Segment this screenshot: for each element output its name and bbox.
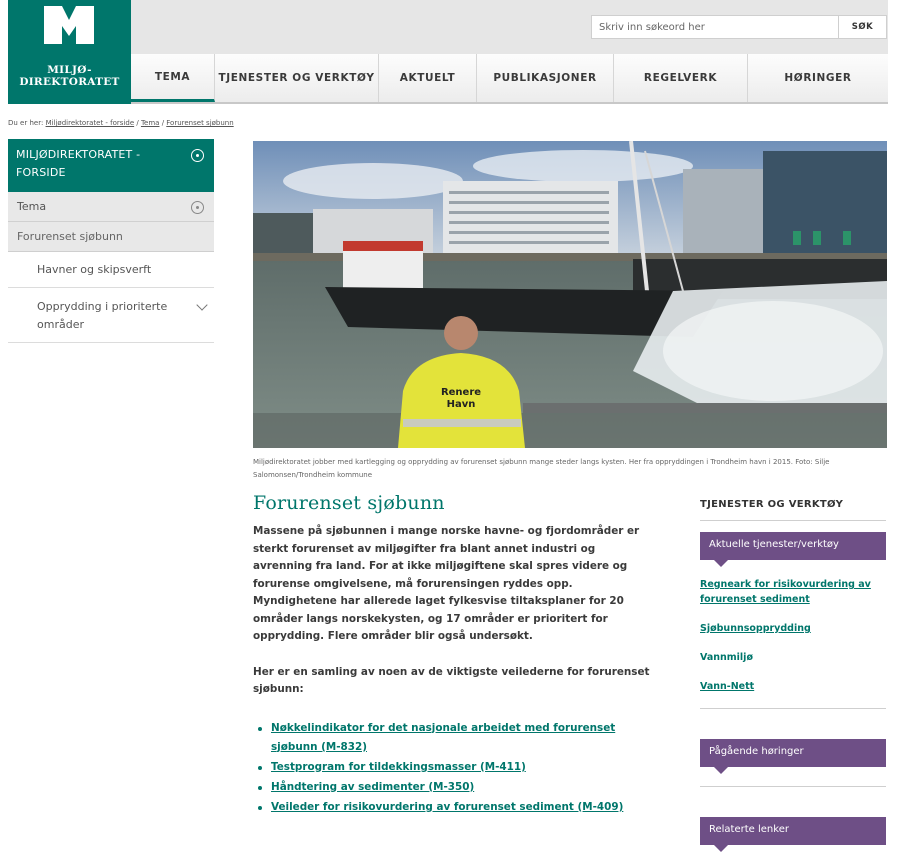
nav-tjenester-og-verktoy[interactable]: TJENESTER OG VERKTØY bbox=[215, 54, 379, 102]
breadcrumb-separator: / bbox=[134, 119, 141, 127]
breadcrumb-prefix: Du er her: bbox=[8, 119, 44, 127]
guide-link[interactable]: Nøkkelindikator for det nasjonale arbeid… bbox=[271, 722, 615, 753]
list-item: Regneark for risikovurdering av forurens… bbox=[700, 577, 886, 607]
vest-text-1: Renere bbox=[440, 387, 482, 398]
vest-label: Renere Havn bbox=[433, 387, 489, 411]
tools-list: Regneark for risikovurdering av forurens… bbox=[700, 577, 886, 694]
breadcrumb-link-tema[interactable]: Tema bbox=[141, 119, 160, 127]
list-item: Håndtering av sedimenter (M-350) bbox=[255, 778, 653, 797]
tag-relaterte-lenker[interactable]: Relaterte lenker bbox=[700, 817, 886, 852]
bullet-icon bbox=[258, 805, 262, 810]
logo-text: MILJØ- DIREKTORATET bbox=[8, 64, 131, 88]
logo-mark-icon bbox=[44, 6, 94, 44]
main-nav: TEMA TJENESTER OG VERKTØY AKTUELT PUBLIK… bbox=[131, 54, 888, 104]
tools-heading: TJENESTER OG VERKTØY bbox=[700, 499, 886, 521]
right-column: TJENESTER OG VERKTØY Aktuelle tjenester/… bbox=[700, 499, 886, 852]
chevron-down-icon[interactable] bbox=[196, 299, 208, 311]
nav-publikasjoner[interactable]: PUBLIKASJONER bbox=[477, 54, 614, 102]
circle-arrow-icon bbox=[191, 201, 204, 214]
list-item: Vann-Nett bbox=[700, 679, 886, 694]
divider bbox=[700, 786, 886, 787]
search-button[interactable]: SØK bbox=[839, 15, 887, 39]
guide-link[interactable]: Testprogram for tildekkingsmasser (M-411… bbox=[271, 761, 526, 773]
page-title: Forurenset sjøbunn bbox=[253, 492, 445, 514]
intro-paragraph: Massene på sjøbunnen i mange norske havn… bbox=[253, 525, 640, 642]
guides-lead: Her er en samling av noen av de viktigst… bbox=[253, 665, 650, 696]
search-input[interactable] bbox=[591, 15, 839, 39]
guide-link[interactable]: Håndtering av sedimenter (M-350) bbox=[271, 781, 474, 793]
breadcrumb: Du er her: Miljødirektoratet - forside /… bbox=[8, 119, 234, 127]
sidenav-item-havner[interactable]: Havner og skipsverft bbox=[8, 252, 214, 288]
sidenav-current[interactable]: Forurenset sjøbunn bbox=[8, 222, 214, 252]
nav-horinger[interactable]: HØRINGER bbox=[748, 54, 888, 102]
divider bbox=[700, 708, 886, 709]
circle-arrow-icon bbox=[191, 149, 204, 162]
image-caption: Miljødirektoratet jobber med kartlegging… bbox=[253, 458, 830, 479]
tag-pagaende-horinger[interactable]: Pågående høringer bbox=[700, 739, 886, 774]
site-logo[interactable]: MILJØ- DIREKTORATET bbox=[8, 0, 131, 104]
guide-link[interactable]: Veileder for risikovurdering av forurens… bbox=[271, 801, 623, 813]
list-item: Sjøbunnsopprydding bbox=[700, 621, 886, 636]
list-item: Veileder for risikovurdering av forurens… bbox=[255, 798, 653, 817]
bullet-icon bbox=[258, 765, 262, 770]
hero-image: Renere Havn bbox=[253, 141, 887, 448]
tool-link-sjobunnsopprydding[interactable]: Sjøbunnsopprydding bbox=[700, 623, 811, 634]
tool-link-vannmiljo[interactable]: Vannmiljø bbox=[700, 652, 753, 663]
sidenav-item-opprydding[interactable]: Opprydding i prioriterte områder bbox=[8, 288, 214, 343]
logo-line-2: DIREKTORATET bbox=[19, 76, 120, 88]
tag-aktuelle-tjenester: Aktuelle tjenester/verktøy bbox=[700, 532, 886, 567]
nav-regelverk[interactable]: REGELVERK bbox=[614, 54, 748, 102]
sidenav-tema[interactable]: Tema bbox=[8, 192, 214, 222]
sidenav-home-label: MILJØDIREKTORATET - FORSIDE bbox=[16, 148, 141, 179]
tool-link-vann-nett[interactable]: Vann-Nett bbox=[700, 681, 754, 692]
logo-line-1: MILJØ- bbox=[47, 64, 92, 76]
guides-list: Nøkkelindikator for det nasjonale arbeid… bbox=[253, 719, 653, 817]
bullet-icon bbox=[258, 785, 262, 790]
tool-link-regneark[interactable]: Regneark for risikovurdering av forurens… bbox=[700, 579, 871, 605]
nav-tema[interactable]: TEMA bbox=[131, 54, 215, 102]
main-content: Forurenset sjøbunn Massene på sjøbunnen … bbox=[253, 491, 653, 818]
side-nav: MILJØDIREKTORATET - FORSIDE Tema Foruren… bbox=[8, 139, 214, 343]
nav-aktuelt[interactable]: AKTUELT bbox=[379, 54, 477, 102]
sidenav-item-label: Havner og skipsverft bbox=[37, 263, 152, 276]
sidenav-item-label: Opprydding i prioriterte områder bbox=[37, 300, 168, 331]
sidenav-home[interactable]: MILJØDIREKTORATET - FORSIDE bbox=[8, 139, 214, 192]
site-header: MILJØ- DIREKTORATET SØK TEMA TJENESTER O… bbox=[0, 0, 907, 106]
vest-text-2: Havn bbox=[446, 399, 476, 410]
list-item: Nøkkelindikator for det nasjonale arbeid… bbox=[255, 719, 653, 757]
list-item: Testprogram for tildekkingsmasser (M-411… bbox=[255, 758, 653, 777]
sidenav-tema-label: Tema bbox=[17, 200, 47, 213]
breadcrumb-link-home[interactable]: Miljødirektoratet - forside bbox=[46, 119, 135, 127]
bullet-icon bbox=[258, 726, 262, 731]
harbour-photo bbox=[253, 141, 887, 448]
search-form: SØK bbox=[591, 15, 887, 39]
list-item: Vannmiljø bbox=[700, 650, 886, 665]
breadcrumb-link-current[interactable]: Forurenset sjøbunn bbox=[166, 119, 233, 127]
